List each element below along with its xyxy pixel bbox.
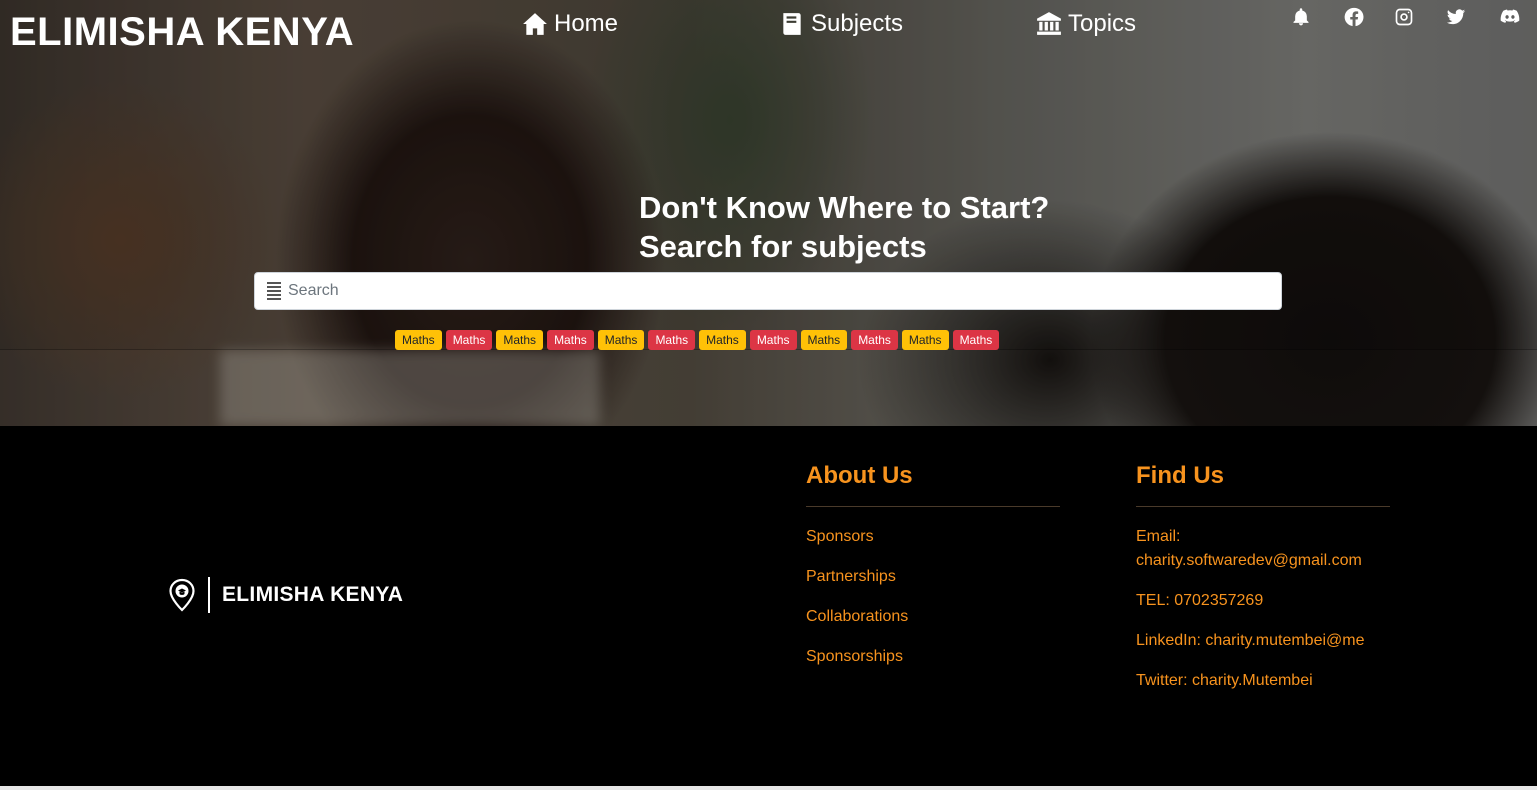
find-us-heading: Find Us xyxy=(1136,462,1390,507)
search-input[interactable] xyxy=(288,282,1281,300)
find-us-column: Find Us Email: charity.softwaredev@gmail… xyxy=(1136,462,1390,709)
site-footer: ELIMISHA KENYA About Us Sponsors Partner… xyxy=(0,426,1537,786)
bank-icon xyxy=(1037,12,1061,35)
subject-tag[interactable]: Maths xyxy=(901,330,949,350)
twitter-icon[interactable] xyxy=(1445,6,1467,28)
subject-tag[interactable]: Maths xyxy=(496,330,544,350)
footer-link-collaborations[interactable]: Collaborations xyxy=(806,608,908,625)
subject-tag[interactable]: Maths xyxy=(597,330,645,350)
subject-tag[interactable]: Maths xyxy=(395,330,442,350)
site-brand[interactable]: ELIMISHA KENYA xyxy=(10,10,354,55)
subject-tag[interactable]: Maths xyxy=(699,330,746,350)
hero-headline-line2: Search for subjects xyxy=(639,229,927,264)
nav-topics[interactable]: Topics xyxy=(1036,10,1136,38)
subject-tag[interactable]: Maths xyxy=(547,330,594,350)
hero-headline-line1: Don't Know Where to Start? xyxy=(639,190,1050,225)
about-us-column: About Us Sponsors Partnerships Collabora… xyxy=(806,462,1060,685)
facebook-icon[interactable] xyxy=(1343,6,1365,28)
subject-tag[interactable]: Maths xyxy=(952,330,1000,350)
nav-home-label: Home xyxy=(554,10,619,37)
subject-tag[interactable]: Maths xyxy=(648,330,696,350)
bell-icon[interactable] xyxy=(1290,6,1312,28)
subject-tags: Maths Maths Maths Maths Maths Maths Math… xyxy=(395,330,1000,350)
home-icon xyxy=(523,13,547,35)
footer-brand: ELIMISHA KENYA xyxy=(222,583,404,606)
logo-divider xyxy=(208,577,210,613)
instagram-icon[interactable] xyxy=(1393,6,1415,28)
subject-tag[interactable]: Maths xyxy=(800,330,848,350)
nav-topics-label: Topics xyxy=(1068,10,1137,37)
subject-tag[interactable]: Maths xyxy=(851,330,898,350)
footer-link-partnerships[interactable]: Partnerships xyxy=(806,568,896,585)
hero-headline: Don't Know Where to Start? Search for su… xyxy=(639,188,1049,266)
subject-tag[interactable]: Maths xyxy=(749,330,797,350)
contact-email: Email: charity.softwaredev@gmail.com xyxy=(1136,528,1362,569)
contact-phone: TEL: 0702357269 xyxy=(1136,592,1264,609)
list-icon xyxy=(267,282,281,300)
nav-subjects-label: Subjects xyxy=(811,10,904,37)
about-us-heading: About Us xyxy=(806,462,1060,507)
hero-section: ELIMISHA KENYA Home Subjects Topics Don'… xyxy=(0,0,1537,426)
search-bar[interactable] xyxy=(254,272,1282,310)
nav-home[interactable]: Home xyxy=(522,10,618,38)
horizontal-scrollbar[interactable] xyxy=(0,786,1537,790)
contact-twitter: Twitter: charity.Mutembei xyxy=(1136,672,1313,689)
contact-linkedin: LinkedIn: charity.mutembei@me xyxy=(1136,632,1365,649)
nav-subjects[interactable]: Subjects xyxy=(779,10,903,38)
footer-logo[interactable]: ELIMISHA KENYA xyxy=(168,577,403,613)
subject-tag[interactable]: Maths xyxy=(445,330,493,350)
footer-link-sponsors[interactable]: Sponsors xyxy=(806,528,874,545)
footer-link-sponsorships[interactable]: Sponsorships xyxy=(806,648,903,665)
location-pin-icon xyxy=(169,578,195,612)
discord-icon[interactable] xyxy=(1499,6,1521,28)
book-icon xyxy=(783,13,801,35)
